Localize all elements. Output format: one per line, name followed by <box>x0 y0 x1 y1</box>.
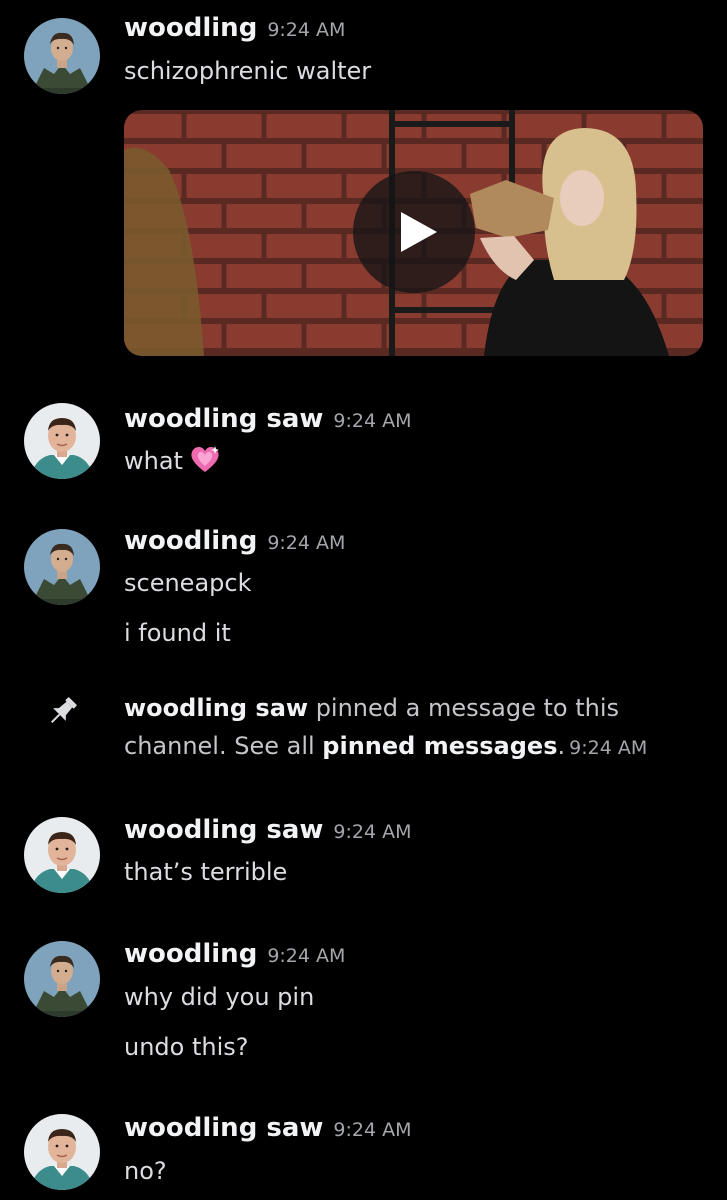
avatar[interactable] <box>24 1114 100 1190</box>
timestamp: 9:24 AM <box>333 410 412 432</box>
avatar-woodling-saw <box>24 817 100 893</box>
timestamp: 9:24 AM <box>267 945 346 967</box>
username[interactable]: woodling saw <box>124 404 323 434</box>
message-text: that’s terrible <box>124 858 288 886</box>
system-message-text: woodling saw pinned a message to this ch… <box>124 689 684 767</box>
pinned-messages-link[interactable]: pinned messages <box>322 732 557 760</box>
message-text: schizophrenic walter <box>124 57 372 85</box>
username[interactable]: woodling saw <box>124 1113 323 1143</box>
message-text-row: what <box>124 444 221 482</box>
avatar-woodling-saw <box>24 1114 100 1190</box>
avatar[interactable] <box>24 941 100 1017</box>
sparkling-heart-icon <box>189 444 221 482</box>
video-embed[interactable] <box>124 110 703 356</box>
message-text: why did you pin <box>124 983 315 1011</box>
play-icon <box>401 212 437 252</box>
username[interactable]: woodling <box>124 13 257 43</box>
message-text: sceneapck <box>124 569 252 597</box>
message-text: no? <box>124 1157 167 1185</box>
timestamp: 9:24 AM <box>333 821 412 843</box>
message-text: undo this? <box>124 1033 249 1061</box>
timestamp: 9:24 AM <box>267 19 346 41</box>
avatar[interactable] <box>24 817 100 893</box>
timestamp: 9:24 AM <box>569 737 648 759</box>
username[interactable]: woodling <box>124 526 257 556</box>
username[interactable]: woodling saw <box>124 815 323 845</box>
system-text-end: . <box>557 732 566 760</box>
avatar-woodling <box>24 18 100 94</box>
avatar[interactable] <box>24 529 100 605</box>
timestamp: 9:24 AM <box>267 532 346 554</box>
timestamp: 9:24 AM <box>333 1119 412 1141</box>
message-text: what <box>124 447 183 475</box>
avatar-woodling-saw <box>24 403 100 479</box>
avatar-woodling <box>24 529 100 605</box>
username[interactable]: woodling <box>124 939 257 969</box>
username[interactable]: woodling saw <box>124 694 308 722</box>
message-text: i found it <box>124 619 231 647</box>
pin-icon <box>44 692 82 730</box>
avatar[interactable] <box>24 18 100 94</box>
avatar[interactable] <box>24 403 100 479</box>
play-button[interactable] <box>353 171 475 293</box>
avatar-woodling <box>24 941 100 1017</box>
